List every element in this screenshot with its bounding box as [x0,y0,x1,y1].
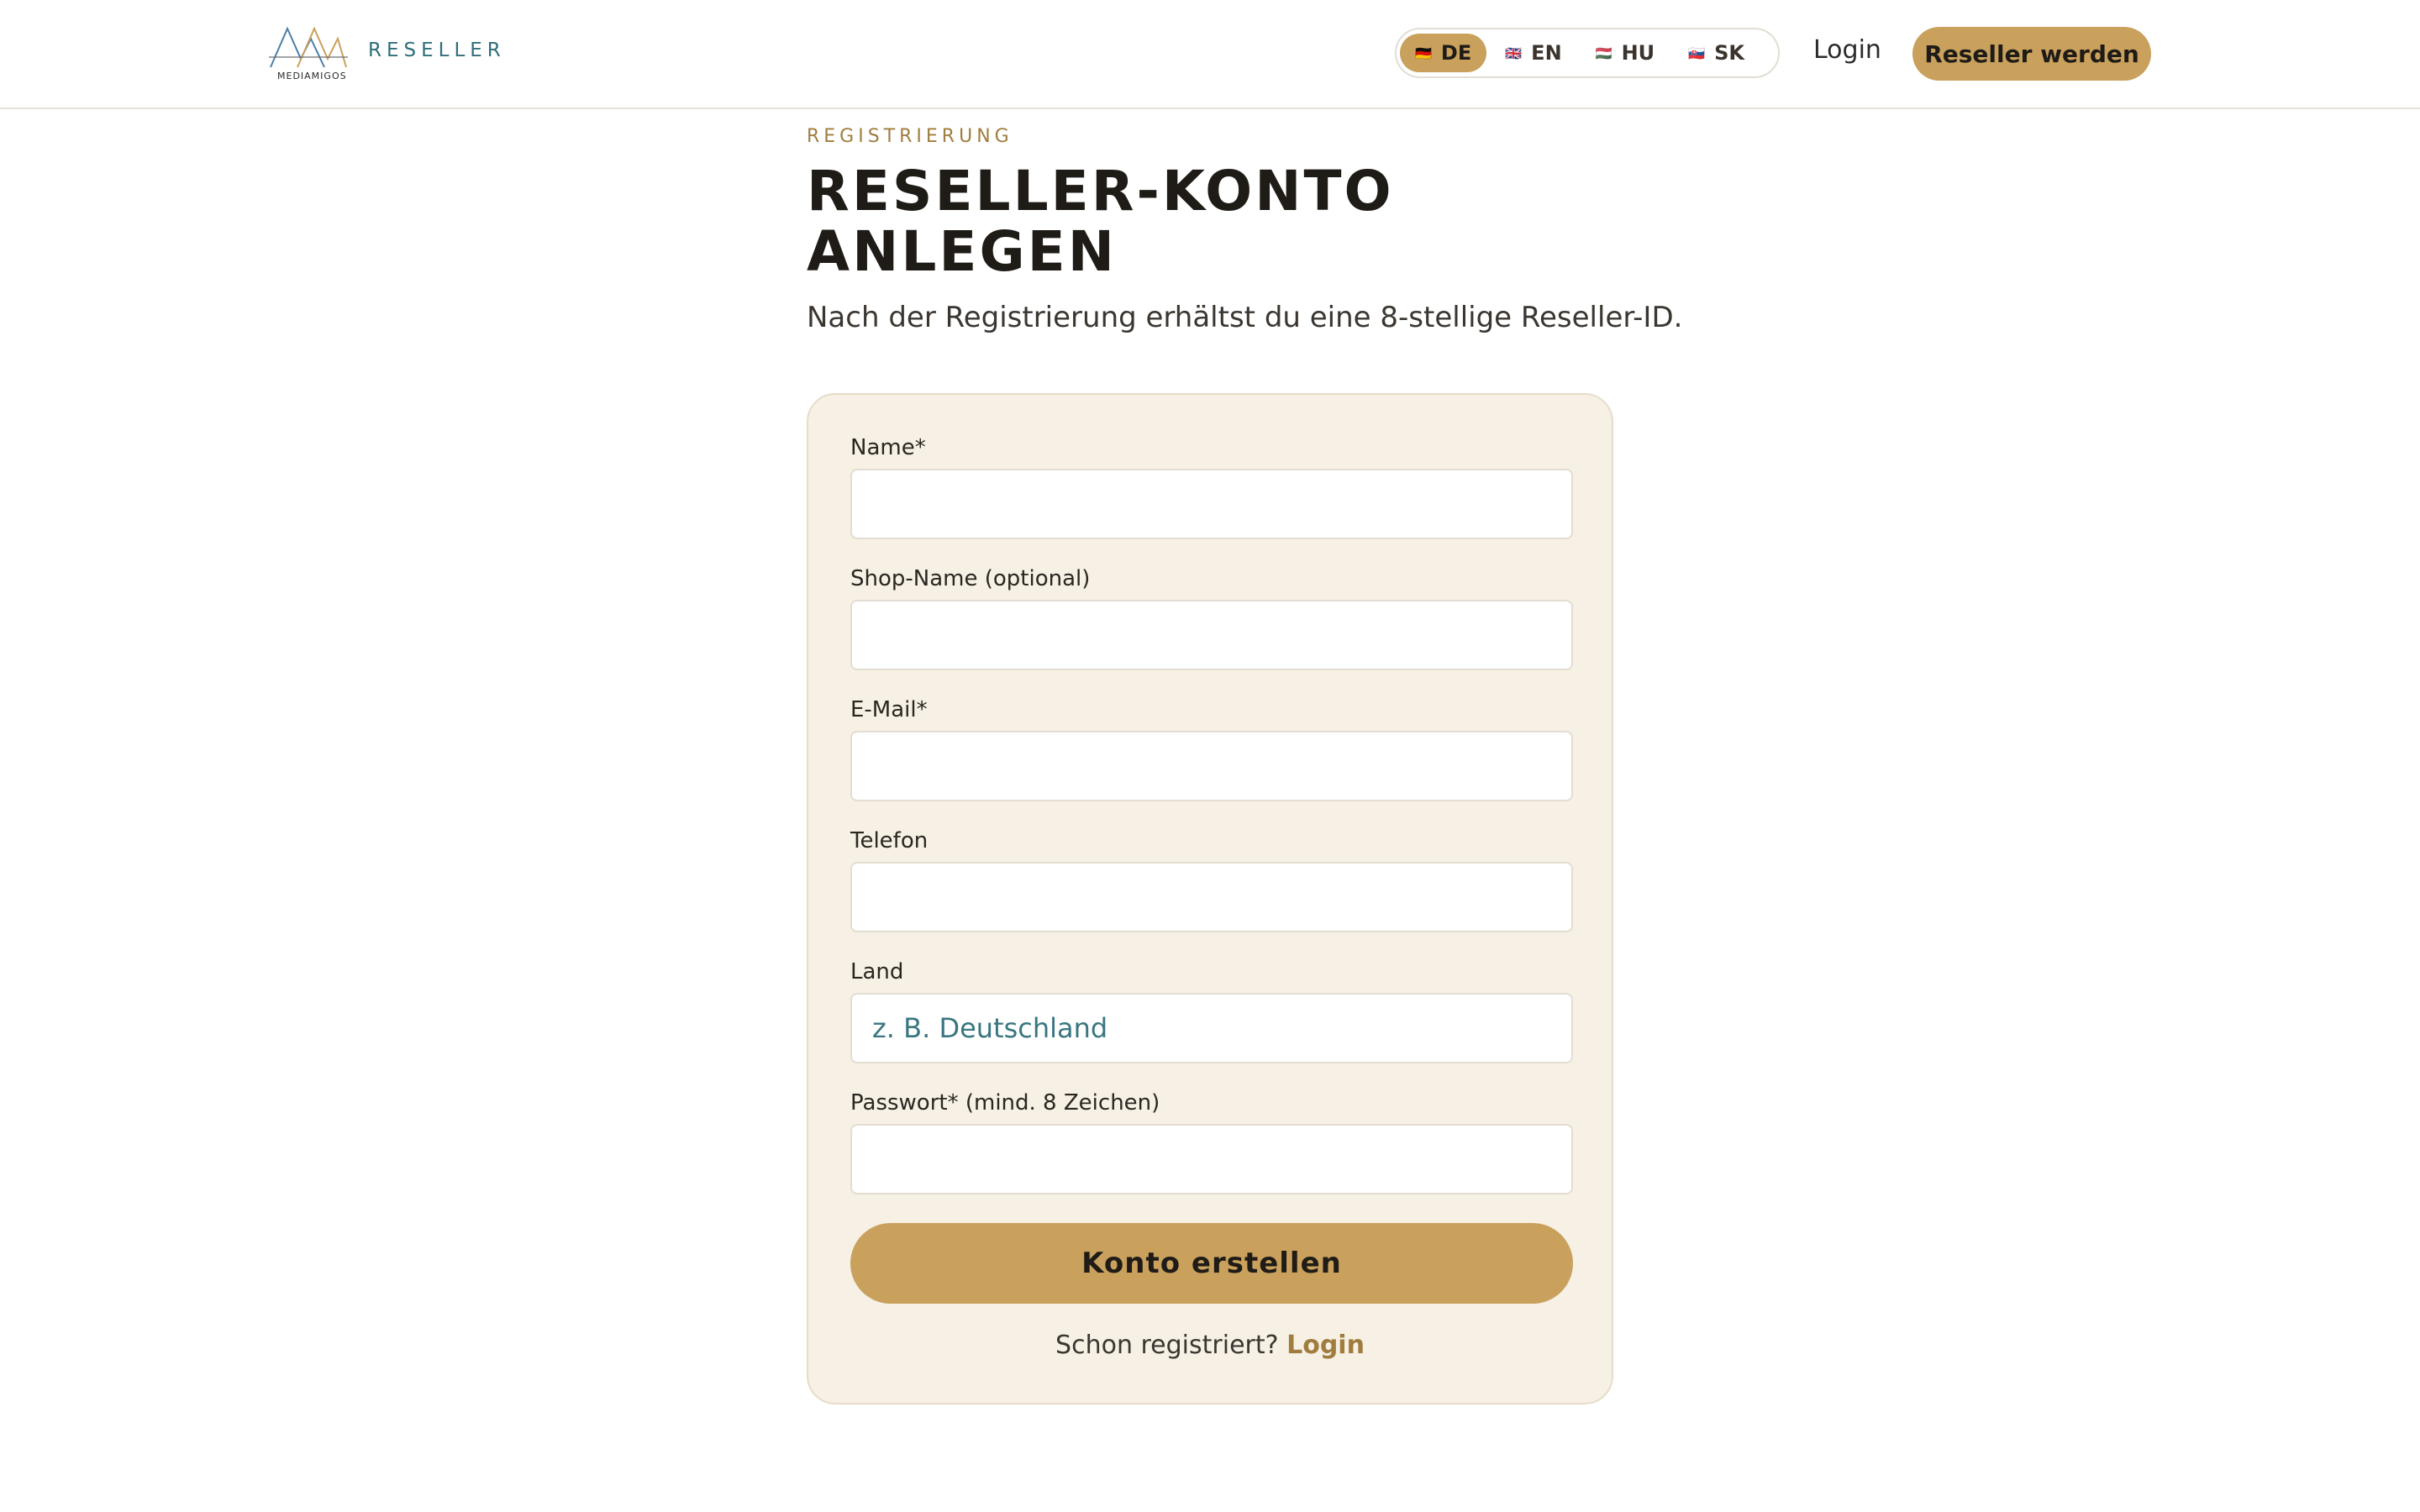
logo-mark-icon: MEDIAMIGOS [269,24,348,84]
header-login-link[interactable]: Login [1813,35,1881,65]
country-label: Land [850,959,904,984]
flag-sk-icon: 🇸🇰 [1688,45,1707,61]
registration-form: Name* Shop-Name (optional) E-Mail* Telef… [807,393,1613,1404]
page-title: RESELLER-KONTO ANLEGEN [807,161,1479,282]
phone-input[interactable] [850,862,1573,932]
phone-label: Telefon [850,828,929,853]
shop-name-label: Shop-Name (optional) [850,566,1091,591]
logo-link[interactable]: MEDIAMIGOS RESELLER [269,24,506,84]
login-hint-text: Schon registriert? [1055,1331,1279,1360]
language-switcher: 🇩🇪 DE 🇬🇧 EN 🇭🇺 HU 🇸🇰 SK [1395,28,1780,78]
page-subtitle: Nach der Registrierung erhältst du eine … [807,301,1683,334]
site-header: MEDIAMIGOS RESELLER 🇩🇪 DE 🇬🇧 EN 🇭🇺 HU 🇸🇰… [0,0,2420,109]
section-eyebrow: REGISTRIERUNG [807,126,1013,147]
logo-subtext: MEDIAMIGOS [277,71,347,81]
page-title-line-1: RESELLER-KONTO [807,159,1394,223]
logo-brand-text: RESELLER [368,39,506,61]
create-account-button[interactable]: Konto erstellen [850,1223,1573,1304]
form-login-link[interactable]: Login [1286,1331,1365,1360]
country-input[interactable] [850,993,1573,1063]
email-input[interactable] [850,731,1573,801]
name-label: Name* [850,435,926,460]
lang-label: EN [1531,41,1562,65]
lang-label: DE [1440,41,1472,65]
flag-hu-icon: 🇭🇺 [1595,45,1613,61]
lang-button-sk[interactable]: 🇸🇰 SK [1673,34,1760,72]
lang-button-en[interactable]: 🇬🇧 EN [1490,34,1576,72]
flag-gb-icon: 🇬🇧 [1505,45,1523,61]
lang-label: HU [1621,41,1655,65]
lang-label: SK [1714,41,1744,65]
flag-de-icon: 🇩🇪 [1415,45,1433,61]
email-label: E-Mail* [850,697,928,722]
password-label: Passwort* (mind. 8 Zeichen) [850,1090,1160,1116]
shop-name-input[interactable] [850,600,1573,670]
login-hint: Schon registriert? Login [808,1331,1612,1360]
password-input[interactable] [850,1124,1573,1194]
name-input[interactable] [850,469,1573,539]
page-title-line-2: ANLEGEN [807,219,1117,284]
lang-button-hu[interactable]: 🇭🇺 HU [1581,34,1670,72]
become-reseller-button[interactable]: Reseller werden [1912,27,2151,81]
lang-button-de[interactable]: 🇩🇪 DE [1400,34,1487,72]
